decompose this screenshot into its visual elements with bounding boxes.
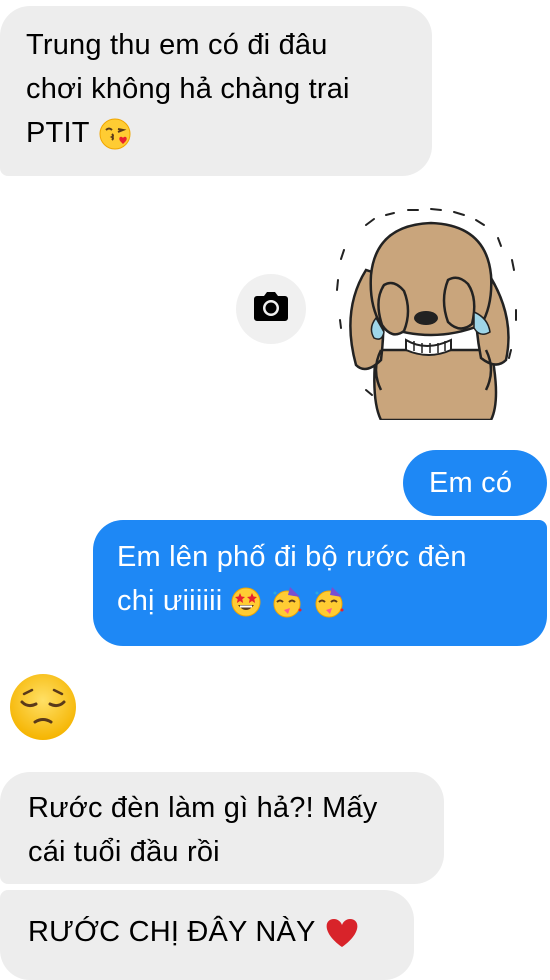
message-text: chị ưiiiiii: [117, 585, 223, 617]
outgoing-message-bubble[interactable]: Em lên phố đi bộ rước đèn chị ưiiiiii: [93, 520, 547, 646]
crying-dog-sticker[interactable]: [326, 200, 536, 422]
camera-icon: [253, 291, 289, 327]
incoming-message-bubble[interactable]: Trung thu em có đi đâu chơi không hả chà…: [0, 6, 432, 176]
message-text: PTIT: [26, 117, 90, 149]
incoming-message-bubble[interactable]: Rước đèn làm gì hả?! Mấy cái tuổi đầu rồ…: [0, 772, 444, 884]
message-text: RƯỚC CHỊ ĐÂY NÀY: [28, 916, 316, 948]
message-text-line: cái tuổi đầu rồi: [28, 836, 220, 868]
face-blowing-kiss-icon: [98, 117, 132, 151]
partying-face-icon: [270, 585, 304, 619]
message-text-line: Em lên phố đi bộ rước đèn: [117, 541, 467, 573]
message-text-line: Em có: [429, 467, 513, 499]
outgoing-message-bubble[interactable]: Em có: [403, 450, 547, 516]
partying-face-icon: [312, 585, 346, 619]
message-text-line: Trung thu em có đi đâu: [26, 29, 328, 61]
message-text-line: chơi không hả chàng trai: [26, 73, 350, 105]
red-heart-icon: [324, 917, 360, 949]
message-text-line: Rước đèn làm gì hả?! Mấy: [28, 792, 378, 824]
incoming-message-bubble[interactable]: RƯỚC CHỊ ĐÂY NÀY: [0, 890, 414, 980]
pensive-face-icon[interactable]: [8, 672, 78, 742]
message-text-line: RƯỚC CHỊ ĐÂY NÀY: [28, 910, 394, 954]
camera-button[interactable]: [236, 274, 306, 344]
message-text-line: chị ưiiiiii: [117, 579, 527, 623]
star-struck-icon: [230, 586, 262, 618]
message-text-line: PTIT: [26, 111, 410, 155]
